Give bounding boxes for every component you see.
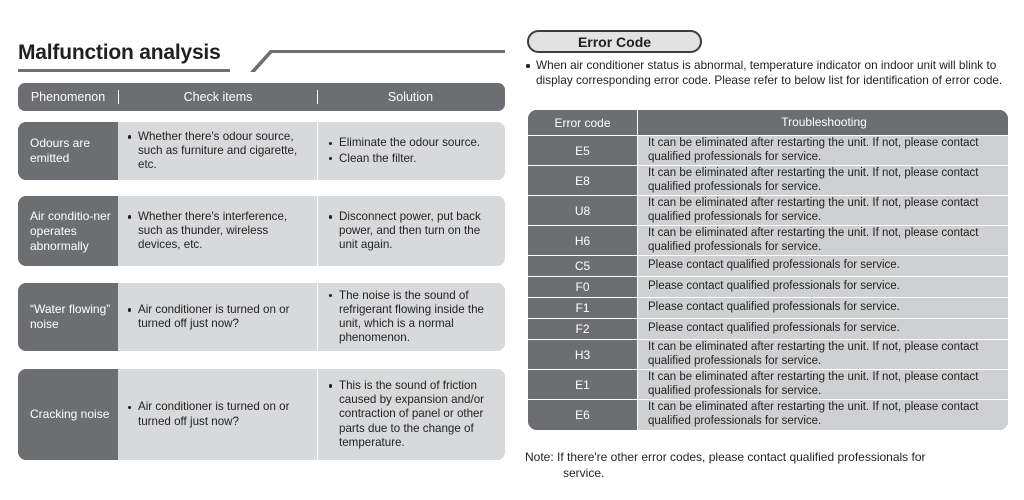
cell-troubleshooting: It can be eliminated after restarting th… <box>638 340 1008 370</box>
table-row: F1 Please contact qualified professionals… <box>528 298 1008 319</box>
solution-list: This is the sound of friction caused by … <box>328 379 497 450</box>
solution-list: The noise is the sound of refrigerant fl… <box>328 289 497 346</box>
cell-troubleshooting: It can be eliminated after restarting th… <box>638 226 1008 256</box>
table-row: F2 Please contact qualified professionals… <box>528 319 1008 340</box>
table-row: “Water flowing” noise Air conditioner is… <box>18 283 505 351</box>
page-title: Malfunction analysis <box>18 41 221 64</box>
cell-troubleshooting: Please contact qualified professionals f… <box>638 298 1008 319</box>
table-row: E1 It can be eliminated after restarting … <box>528 370 1008 400</box>
column-header-troubleshooting: Troubleshooting <box>638 110 1008 136</box>
note-text-continued: service. <box>563 465 605 480</box>
table-row: H3 It can be eliminated after restarting … <box>528 340 1008 370</box>
cell-error-code: E8 <box>528 166 638 196</box>
check-items-list: Air conditioner is turned on or turned o… <box>127 303 309 331</box>
list-item: This is the sound of friction caused by … <box>328 379 497 450</box>
cell-check-items: Air conditioner is turned on or turned o… <box>118 369 318 460</box>
check-items-list: Whether there's odour source, such as fu… <box>127 130 309 173</box>
table-row: E5 It can be eliminated after restarting … <box>528 136 1008 166</box>
malfunction-table-header: Phenomenon Check items Solution <box>18 83 505 111</box>
column-header-solution: Solution <box>387 90 434 104</box>
list-item: Whether there's interference, such as th… <box>127 210 309 253</box>
error-code-heading-label: Error Code <box>577 33 652 50</box>
list-item: Whether there's odour source, such as fu… <box>127 130 309 173</box>
cell-solution: Eliminate the odour source. Clean the fi… <box>318 122 505 180</box>
error-code-panel: Error Code When air conditioner status i… <box>512 0 1024 500</box>
cell-error-code: U8 <box>528 196 638 226</box>
table-row: Air conditio-ner operates abnormally Whe… <box>18 196 505 266</box>
table-row: Odours are emitted Whether there's odour… <box>18 122 505 180</box>
cell-troubleshooting: It can be eliminated after restarting th… <box>638 166 1008 196</box>
cell-troubleshooting: Please contact qualified professionals f… <box>638 277 1008 298</box>
error-table-body: E5 It can be eliminated after restarting … <box>528 136 1008 430</box>
list-item: Air conditioner is turned on or turned o… <box>127 303 309 331</box>
manual-page: Malfunction analysis Phenomenon Check it… <box>0 0 1024 500</box>
cell-troubleshooting: Please contact qualified professionals f… <box>638 256 1008 277</box>
cell-phenomenon: “Water flowing” noise <box>18 283 118 351</box>
table-row: C5 Please contact qualified professionals… <box>528 256 1008 277</box>
list-item: Eliminate the odour source. <box>328 136 480 150</box>
cell-error-code: H3 <box>528 340 638 370</box>
cell-phenomenon: Cracking noise <box>18 369 118 460</box>
check-items-list: Whether there's interference, such as th… <box>127 210 309 253</box>
cell-solution: Disconnect power, put back power, and th… <box>318 196 505 266</box>
cell-check-items: Whether there's odour source, such as fu… <box>118 122 318 180</box>
cell-solution: This is the sound of friction caused by … <box>318 369 505 460</box>
cell-error-code: F1 <box>528 298 638 319</box>
list-item: Disconnect power, put back power, and th… <box>328 210 497 253</box>
solution-list: Disconnect power, put back power, and th… <box>328 210 497 253</box>
cell-error-code: E5 <box>528 136 638 166</box>
cell-troubleshooting: It can be eliminated after restarting th… <box>638 196 1008 226</box>
cell-error-code: C5 <box>528 256 638 277</box>
table-row: E8 It can be eliminated after restarting … <box>528 166 1008 196</box>
cell-troubleshooting: Please contact qualified professionals f… <box>638 319 1008 340</box>
cell-solution: The noise is the sound of refrigerant fl… <box>318 283 505 351</box>
title-underline <box>18 69 230 72</box>
cell-error-code: H6 <box>528 226 638 256</box>
cell-error-code: F0 <box>528 277 638 298</box>
table-row: U8 It can be eliminated after restarting … <box>528 196 1008 226</box>
column-header-check-items: Check items <box>118 90 318 104</box>
list-item: Clean the filter. <box>328 152 480 166</box>
error-code-note: Note: If there're other error codes, ple… <box>525 450 1020 481</box>
list-item: The noise is the sound of refrigerant fl… <box>328 289 497 346</box>
error-table-header-row: Error code Troubleshooting <box>528 110 1008 136</box>
table-row: F0 Please contact qualified professionals… <box>528 277 1008 298</box>
column-header-error-code: Error code <box>528 110 638 136</box>
cell-error-code: E1 <box>528 370 638 400</box>
list-item: Air conditioner is turned on or turned o… <box>127 400 309 428</box>
error-code-intro-text: When air conditioner status is abnormal,… <box>525 58 1017 88</box>
note-text: If there're other error codes, please co… <box>557 450 926 464</box>
cell-error-code: F2 <box>528 319 638 340</box>
solution-list: Eliminate the odour source. Clean the fi… <box>328 136 480 165</box>
malfunction-analysis-panel: Malfunction analysis Phenomenon Check it… <box>0 0 512 500</box>
check-items-list: Air conditioner is turned on or turned o… <box>127 400 309 428</box>
column-header-phenomenon: Phenomenon <box>30 90 106 104</box>
title-banner-decoration <box>250 50 505 72</box>
table-row: H6 It can be eliminated after restarting … <box>528 226 1008 256</box>
table-row: Cracking noise Air conditioner is turned… <box>18 369 505 460</box>
error-code-heading-pill: Error Code <box>527 30 702 53</box>
cell-phenomenon: Air conditio-ner operates abnormally <box>18 196 118 266</box>
cell-check-items: Whether there's interference, such as th… <box>118 196 318 266</box>
cell-phenomenon: Odours are emitted <box>18 122 118 180</box>
cell-check-items: Air conditioner is turned on or turned o… <box>118 283 318 351</box>
malfunction-title-row: Malfunction analysis <box>18 40 505 74</box>
error-code-table: Error code Troubleshooting E5 It can be e… <box>528 110 1008 430</box>
cell-troubleshooting: It can be eliminated after restarting th… <box>638 400 1008 430</box>
table-row: E6 It can be eliminated after restarting … <box>528 400 1008 430</box>
cell-troubleshooting: It can be eliminated after restarting th… <box>638 136 1008 166</box>
cell-error-code: E6 <box>528 400 638 430</box>
note-label: Note: <box>525 450 554 464</box>
cell-troubleshooting: It can be eliminated after restarting th… <box>638 370 1008 400</box>
